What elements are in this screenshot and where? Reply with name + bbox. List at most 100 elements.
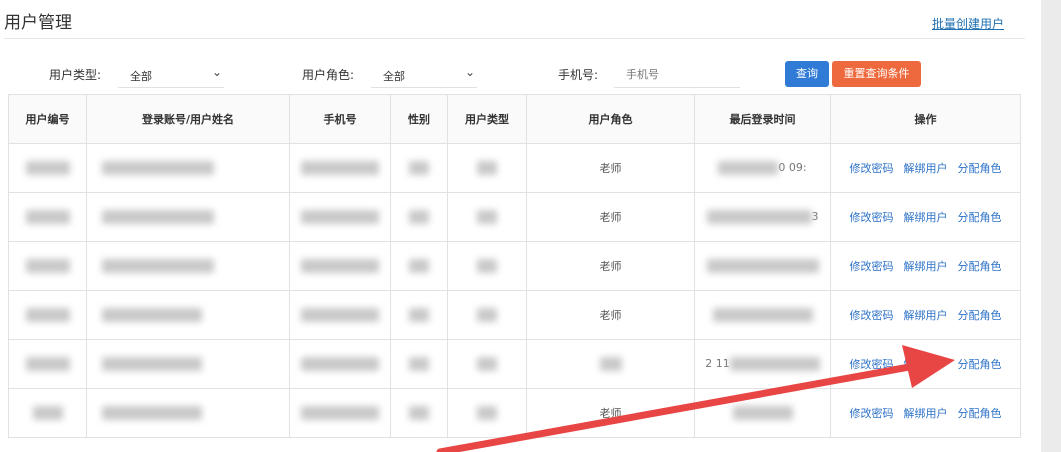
assign-role-link[interactable]: 分配角色 [958,211,1002,224]
phone-label: 手机号: [558,68,599,82]
unbind-user-link[interactable]: 解绑用户 [904,309,948,322]
user-role-select[interactable]: 全部 ⌄ [371,63,477,88]
change-password-link[interactable]: 修改密码 [850,162,894,175]
cell-phone [289,192,391,242]
cell-last-login [694,241,831,291]
last-login-partial: 3 [811,210,819,223]
cell-role: 老师 [526,290,695,340]
user-table: 用户编号 登录账号/用户姓名 手机号 性别 用户类型 用户角色 最后登录时间 操… [8,94,1021,438]
phone-input[interactable] [614,62,740,88]
table-header-row: 用户编号 登录账号/用户姓名 手机号 性别 用户类型 用户角色 最后登录时间 操… [8,94,1021,144]
header-phone: 手机号 [289,94,391,144]
cell-gender [390,143,448,193]
cell-role [526,339,695,389]
change-password-link[interactable]: 修改密码 [850,211,894,224]
reset-query-button[interactable]: 重置查询条件 [832,61,921,87]
assign-role-link[interactable]: 分配角色 [958,407,1002,420]
chevron-down-icon: ⌄ [464,65,475,79]
cell-role: 老师 [526,192,695,242]
last-login-partial: 0 09: [778,161,807,174]
cell-gender [390,192,448,242]
cell-phone [289,143,391,193]
cell-account [86,192,290,242]
cell-phone [289,388,391,438]
cell-user-type [447,290,527,340]
chevron-down-icon: ⌄ [211,65,222,79]
cell-user-id [8,339,87,389]
change-password-link[interactable]: 修改密码 [850,260,894,273]
cell-phone [289,290,391,340]
unbind-user-link[interactable]: 解绑用户 [904,162,948,175]
cell-user-type [447,143,527,193]
table-row: 老师 修改密码 解绑用户 分配角色 [8,290,1021,340]
cell-account [86,143,290,193]
unbind-user-link[interactable]: 解绑用户 [904,407,948,420]
unbind-user-link[interactable]: 解绑用户 [904,358,948,371]
cell-account [86,241,290,291]
cell-gender [390,339,448,389]
header-user-type: 用户类型 [447,94,527,144]
cell-last-login: 3 [694,192,831,242]
change-password-link[interactable]: 修改密码 [850,407,894,420]
cell-account [86,388,290,438]
title-divider [4,38,1025,39]
header-actions: 操作 [830,94,1021,144]
header-user-id: 用户编号 [8,94,87,144]
cell-actions: 修改密码 解绑用户 分配角色 [830,192,1021,242]
cell-user-id [8,388,87,438]
user-type-select[interactable]: 全部 ⌄ [118,63,224,88]
cell-user-type [447,388,527,438]
cell-user-id [8,241,87,291]
unbind-user-link[interactable]: 解绑用户 [904,260,948,273]
header-gender: 性别 [390,94,448,144]
cell-user-id [8,192,87,242]
header-user-role: 用户角色 [526,94,695,144]
user-role-value: 全部 [383,70,405,83]
cell-last-login [694,290,831,340]
page-title: 用户管理 [4,13,72,33]
table-row: 老师 修改密码 解绑用户 分配角色 [8,388,1021,438]
cell-user-type [447,339,527,389]
change-password-link[interactable]: 修改密码 [850,309,894,322]
table-row: 2 11 修改密码 解绑用户 分配角色 [8,339,1021,389]
cell-last-login: 0 09: [694,143,831,193]
user-type-label: 用户类型: [49,68,102,82]
header-account-name: 登录账号/用户姓名 [86,94,290,144]
cell-actions: 修改密码 解绑用户 分配角色 [830,388,1021,438]
assign-role-link[interactable]: 分配角色 [958,162,1002,175]
table-row: 老师 3 修改密码 解绑用户 分配角色 [8,192,1021,242]
cell-account [86,339,290,389]
cell-user-type [447,192,527,242]
cell-user-id [8,143,87,193]
cell-gender [390,290,448,340]
cell-actions: 修改密码 解绑用户 分配角色 [830,339,1021,389]
header-last-login: 最后登录时间 [694,94,831,144]
cell-user-type [447,241,527,291]
cell-role: 老师 [526,143,695,193]
cell-role: 老师 [526,388,695,438]
change-password-link[interactable]: 修改密码 [850,358,894,371]
unbind-user-link[interactable]: 解绑用户 [904,211,948,224]
cell-phone [289,339,391,389]
cell-gender [390,388,448,438]
cell-user-id [8,290,87,340]
cell-last-login [694,388,831,438]
user-role-label: 用户角色: [302,68,355,82]
cell-phone [289,241,391,291]
query-button[interactable]: 查询 [785,61,829,87]
cell-gender [390,241,448,291]
last-login-partial: 2 11 [705,357,730,370]
table-row: 老师 修改密码 解绑用户 分配角色 [8,241,1021,291]
cell-actions: 修改密码 解绑用户 分配角色 [830,241,1021,291]
cell-last-login: 2 11 [694,339,831,389]
right-scrollbar[interactable] [1041,0,1061,452]
cell-actions: 修改密码 解绑用户 分配角色 [830,143,1021,193]
cell-account [86,290,290,340]
user-type-value: 全部 [130,70,152,83]
assign-role-link[interactable]: 分配角色 [958,260,1002,273]
assign-role-link[interactable]: 分配角色 [958,309,1002,322]
assign-role-link[interactable]: 分配角色 [958,358,1002,371]
cell-role: 老师 [526,241,695,291]
batch-create-user-link[interactable]: 批量创建用户 [932,15,1004,32]
cell-actions: 修改密码 解绑用户 分配角色 [830,290,1021,340]
